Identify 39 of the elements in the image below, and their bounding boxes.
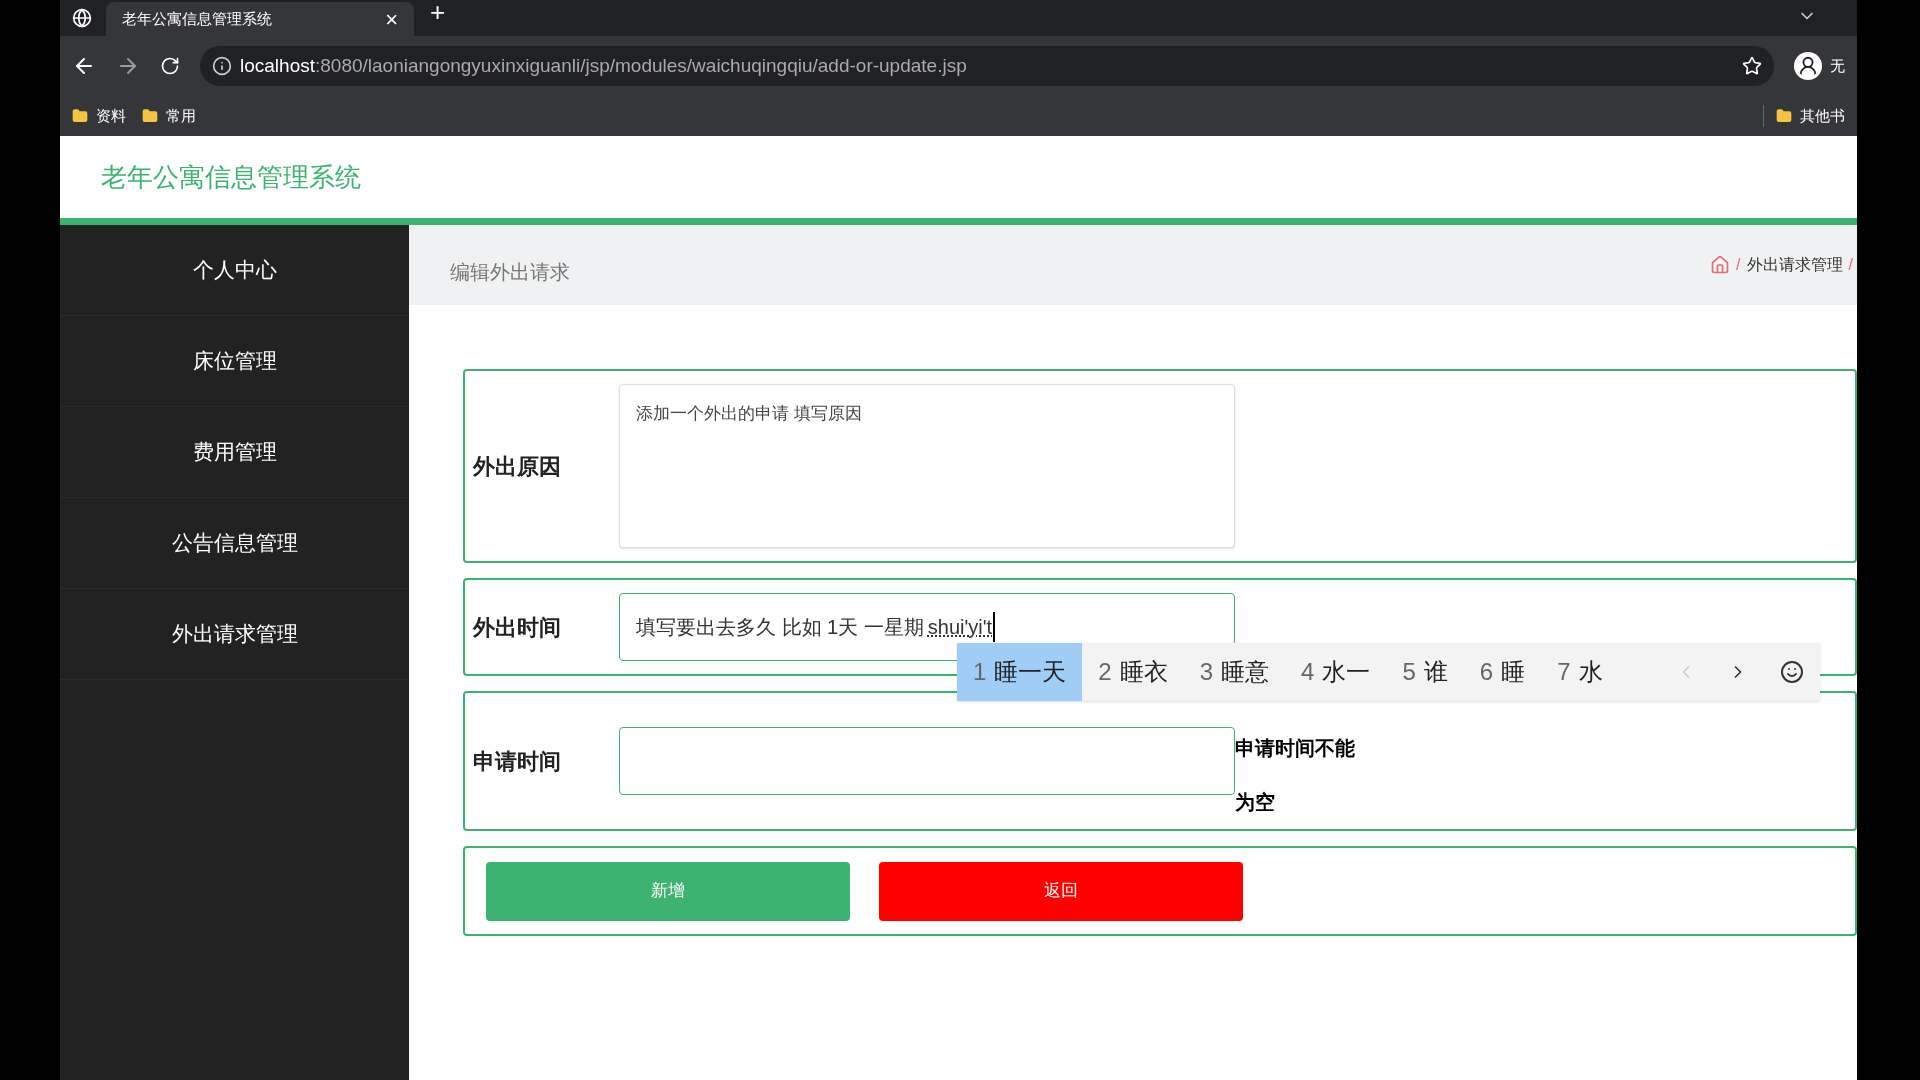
ime-candidate[interactable]: 4 水一 xyxy=(1285,643,1387,701)
error-message: 申请时间不能为空 xyxy=(1235,736,1356,815)
field-label: 申请时间 xyxy=(472,747,562,776)
back-button[interactable]: 返回 xyxy=(879,861,1243,921)
folder-icon xyxy=(72,108,88,124)
field-label: 外出原因 xyxy=(471,452,562,481)
sidebar-item[interactable]: 床位管理 xyxy=(60,316,409,407)
sidebar-item[interactable]: 费用管理 xyxy=(60,407,409,498)
profile-label: 无 xyxy=(1830,55,1845,76)
bookmark-item[interactable]: 其他书 xyxy=(1763,104,1845,128)
app-title: 老年公寓信息管理系统 xyxy=(101,160,361,194)
info-icon[interactable] xyxy=(212,56,232,76)
bookmark-item[interactable]: 常用 xyxy=(142,104,196,128)
page-title: 编辑外出请求 xyxy=(450,260,570,285)
browser-tab[interactable]: 老年公寓信息管理系统 × xyxy=(106,2,414,36)
new-tab-button[interactable]: + xyxy=(430,0,446,32)
close-icon[interactable]: × xyxy=(385,2,398,36)
breadcrumb-separator: / xyxy=(1848,255,1853,275)
bookmark-item[interactable]: 资料 xyxy=(72,104,126,128)
star-icon[interactable] xyxy=(1742,56,1762,76)
globe-icon xyxy=(72,8,92,28)
profile-icon[interactable] xyxy=(1794,52,1822,80)
folder-icon xyxy=(1776,108,1792,124)
field-label: 外出时间 xyxy=(471,613,562,642)
text-area[interactable]: 添加一个外出的申请 填写原因 xyxy=(619,384,1235,548)
reload-icon[interactable] xyxy=(160,56,180,76)
input-field[interactable] xyxy=(619,727,1235,795)
url-field[interactable]: localhost:8080/laoniangongyuxinxiguanli/jsp/modules/waichuqingqiu/add-or-update.jsp xyxy=(200,46,1774,86)
ime-candidate[interactable]: 5 谁 xyxy=(1386,643,1464,701)
breadcrumb-link[interactable]: 外出请求管理 xyxy=(1746,253,1843,277)
sidebar-item[interactable]: 外出请求管理 xyxy=(60,589,409,680)
emoji-icon[interactable] xyxy=(1780,660,1804,684)
ime-candidate[interactable]: 6 睡 xyxy=(1463,643,1542,701)
ime-candidate[interactable]: 7 水 xyxy=(1541,643,1619,701)
home-icon[interactable] xyxy=(1710,255,1731,275)
ime-candidate[interactable]: 1 睡一天 xyxy=(957,643,1083,701)
sidebar-item[interactable]: 公告信息管理 xyxy=(60,498,409,589)
folder-icon xyxy=(142,108,158,124)
breadcrumb-separator: / xyxy=(1736,255,1741,275)
